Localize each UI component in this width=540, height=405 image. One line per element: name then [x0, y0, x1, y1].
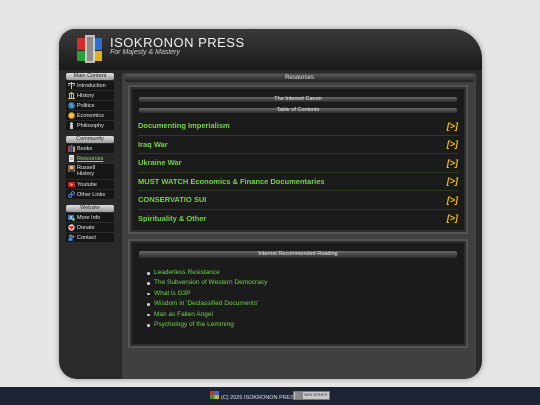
- reading-link[interactable]: Leaderless Resistance: [147, 268, 466, 278]
- toc-row-economics-documentaries[interactable]: MUST WATCH Economics & Finance Documenta…: [138, 173, 458, 191]
- sidebar-item-label: More Info: [77, 214, 101, 221]
- toc-link[interactable]: Spirituality & Other: [138, 214, 206, 223]
- sidebar-item-history[interactable]: History: [66, 91, 114, 100]
- expand-arrow-button[interactable]: [>]: [447, 176, 458, 186]
- reading-link[interactable]: Wisdom in 'Declassified Documents': [147, 299, 466, 309]
- sidebar-item-economics[interactable]: Economics: [66, 111, 114, 120]
- toc-link[interactable]: Ukraine War: [138, 158, 182, 167]
- sidebar-item-label: Philosophy: [77, 122, 104, 129]
- youtube-icon: [68, 182, 75, 187]
- expand-arrow-button[interactable]: [>]: [447, 195, 458, 205]
- reading-link[interactable]: Man as Fallen Angel: [147, 310, 466, 320]
- toc-link[interactable]: MUST WATCH Economics & Finance Documenta…: [138, 177, 325, 186]
- sidebar-item-philosophy[interactable]: Philosophy: [66, 121, 114, 130]
- sidebar-item-introduction[interactable]: Introduction: [66, 81, 114, 90]
- sidebar-item-politics[interactable]: Politics: [66, 101, 114, 110]
- sidebar-item-donate[interactable]: Donate: [66, 223, 114, 232]
- expand-arrow-button[interactable]: [>]: [447, 213, 458, 223]
- toc-link[interactable]: Iraq War: [138, 140, 168, 149]
- sidebar-item-label: Youtube: [77, 181, 97, 188]
- link-icon: [68, 191, 75, 198]
- parthenon-icon: [68, 92, 75, 99]
- sidebar-item-youtube[interactable]: Youtube: [66, 180, 114, 189]
- sidebar-item-label: Books: [77, 145, 93, 152]
- recommended-reading-panel: Internet Recommended Reading Leaderless …: [128, 239, 468, 348]
- coin-icon: [68, 112, 75, 119]
- web-server-badge[interactable]: WEB SERVER: [293, 391, 330, 400]
- canon-heading: The Internet Canon: [139, 96, 457, 102]
- toc-row-conservatio-sui[interactable]: CONSERVATIO SUI [>]: [138, 191, 458, 210]
- toc-link[interactable]: CONSERVATIO SUI: [138, 195, 206, 204]
- copyright-text: (C) 2026 ISOKRONON PRESS: [221, 395, 298, 401]
- toc-link[interactable]: Documenting Imperialism: [138, 121, 230, 130]
- isokronon-logo-icon[interactable]: [76, 35, 104, 63]
- sidebar-item-label: Donate: [77, 224, 95, 231]
- sidebar-item-more-info[interactable]: More Info: [66, 213, 114, 222]
- toc-heading: Table of Contents: [139, 107, 457, 113]
- page-title: Resources: [125, 74, 474, 82]
- expand-arrow-button[interactable]: [>]: [447, 139, 458, 149]
- toc-row-ukraine-war[interactable]: Ukraine War [>]: [138, 154, 458, 173]
- nav-heading: Website: [66, 205, 114, 212]
- sidebar-item-label: Introduction: [77, 82, 106, 89]
- page-container: ISOKRONON PRESS For Majesty & Mastery Ma…: [59, 29, 482, 379]
- sidebar-item-label: Other Links: [77, 191, 106, 198]
- sidebar-item-label: History: [77, 92, 95, 99]
- site-footer: (C) 2026 ISOKRONON PRESS WEB SERVER: [0, 387, 540, 405]
- toc-row-iraq-war[interactable]: Iraq War [>]: [138, 136, 458, 154]
- donate-icon: [68, 224, 75, 231]
- sidebar-item-label: Russell History: [77, 165, 96, 177]
- toc-list: Documenting Imperialism [>] Iraq War [>]…: [130, 117, 466, 227]
- reading-link[interactable]: What is G3P: [147, 289, 466, 299]
- sidebar: Main Content Introduction History Politi…: [66, 73, 114, 248]
- globe-icon: [68, 102, 75, 109]
- sidebar-item-contact[interactable]: Contact: [66, 233, 114, 242]
- flag-icon: [210, 391, 219, 399]
- nav-group-community: Community Books Resources Russell Histor…: [66, 136, 114, 199]
- server-icon: [295, 392, 303, 399]
- reading-heading: Internet Recommended Reading: [139, 251, 457, 258]
- expand-arrow-button[interactable]: [>]: [447, 121, 458, 131]
- scales-icon: [68, 82, 75, 89]
- sidebar-item-label: Economics: [77, 112, 104, 119]
- site-tagline: For Majesty & Mastery: [110, 49, 181, 56]
- sidebar-item-books[interactable]: Books: [66, 144, 114, 153]
- portrait-icon: [68, 165, 75, 172]
- toc-row-spirituality[interactable]: Spirituality & Other [>]: [138, 210, 458, 228]
- main-content: Resources The Internet Canon Table of Co…: [122, 73, 476, 379]
- reading-link[interactable]: The Subversion of Western Democracy: [147, 278, 466, 288]
- toc-row-documenting-imperialism[interactable]: Documenting Imperialism [>]: [138, 117, 458, 136]
- reading-link[interactable]: Psychology of the Lemming: [147, 320, 466, 330]
- internet-canon-panel: The Internet Canon Table of Contents Doc…: [128, 85, 468, 234]
- books-icon: [68, 145, 75, 152]
- site-header: ISOKRONON PRESS For Majesty & Mastery: [59, 29, 482, 70]
- reading-list: Leaderless Resistance The Subversion of …: [147, 268, 466, 330]
- badge-label: WEB SERVER: [304, 392, 328, 397]
- sidebar-item-label: Resources: [77, 155, 104, 162]
- info-icon: [68, 215, 75, 221]
- sidebar-item-russell-history[interactable]: Russell History: [66, 164, 114, 179]
- contact-icon: [68, 234, 75, 241]
- site-title[interactable]: ISOKRONON PRESS: [110, 35, 245, 50]
- document-icon: [69, 155, 74, 162]
- sidebar-item-other-links[interactable]: Other Links: [66, 190, 114, 199]
- statue-icon: [70, 122, 73, 129]
- nav-group-main-content: Main Content Introduction History Politi…: [66, 73, 114, 130]
- sidebar-item-label: Contact: [77, 234, 96, 241]
- nav-heading: Community: [66, 136, 114, 143]
- nav-group-website: Website More Info Donate Contact: [66, 205, 114, 242]
- nav-heading: Main Content: [66, 73, 114, 80]
- sidebar-item-label: Politics: [77, 102, 95, 109]
- sidebar-item-resources[interactable]: Resources: [66, 154, 114, 163]
- expand-arrow-button[interactable]: [>]: [447, 158, 458, 168]
